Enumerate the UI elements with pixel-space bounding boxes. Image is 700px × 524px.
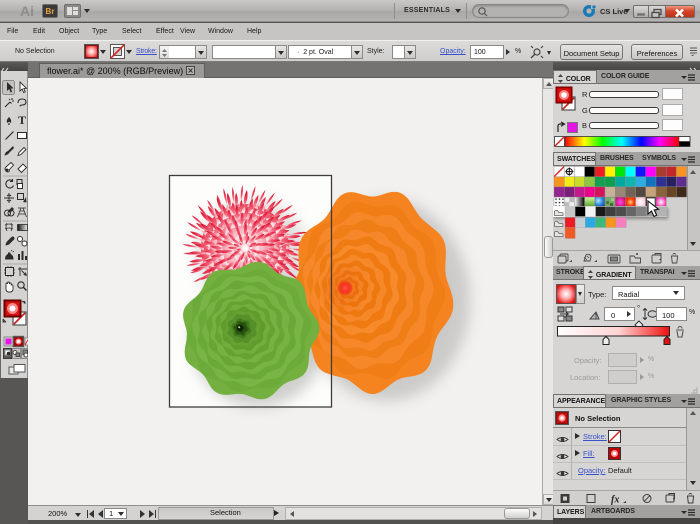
svg-text:T: T xyxy=(18,113,26,127)
svg-text:fx: fx xyxy=(611,495,619,506)
